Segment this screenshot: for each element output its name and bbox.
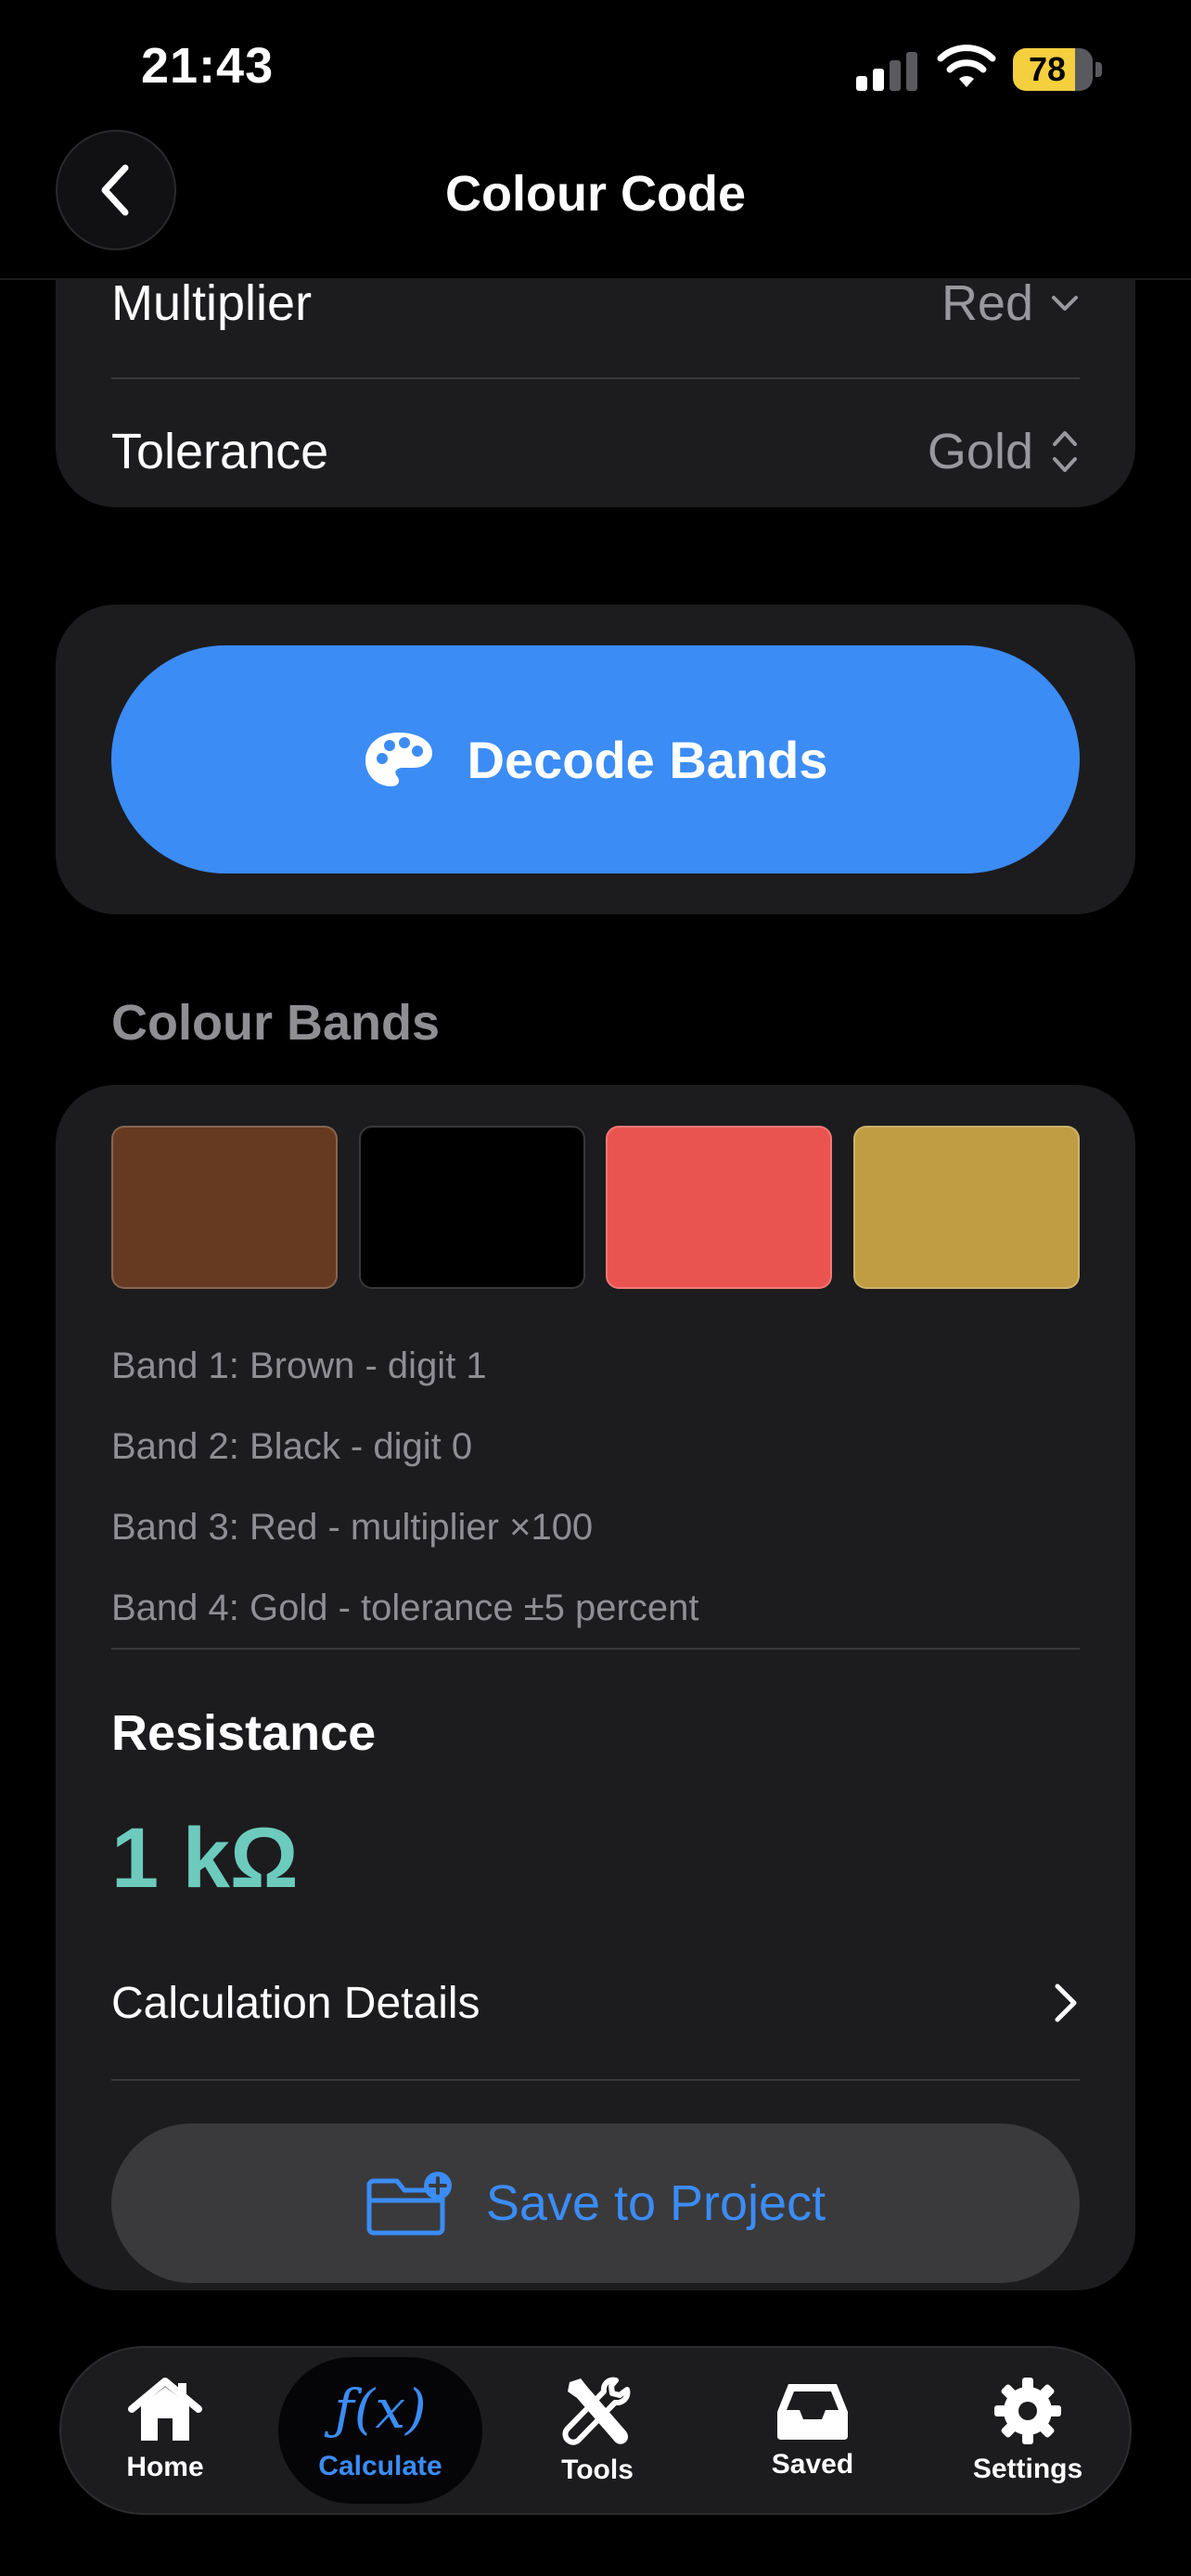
function-icon: ƒ(x) <box>334 2378 427 2441</box>
band-picker-card: Multiplier Red Tolerance Gold <box>56 280 1135 507</box>
band-description-1: Band 1: Brown - digit 1 <box>111 1345 487 1386</box>
tab-saved[interactable]: Saved <box>711 2348 915 2513</box>
tolerance-picker[interactable]: Tolerance Gold <box>111 377 1080 526</box>
band-description-4: Band 4: Gold - tolerance ±5 percent <box>111 1588 699 1628</box>
chevron-up-down-icon <box>1053 431 1077 472</box>
colour-bands-heading: Colour Bands <box>111 995 441 1051</box>
band-swatch-2 <box>359 1126 585 1289</box>
status-bar: 21:43 78 <box>0 0 1191 139</box>
tray-icon <box>777 2384 848 2440</box>
content-scroll-area[interactable]: Multiplier Red Tolerance Gold Decode Ban… <box>0 280 1191 2339</box>
band-swatch-3 <box>606 1126 832 1289</box>
status-time: 21:43 <box>141 38 275 94</box>
tab-home[interactable]: Home <box>63 2348 267 2513</box>
gear-icon <box>994 2378 1061 2444</box>
band-description-2: Band 2: Black - digit 0 <box>111 1426 473 1467</box>
house-icon <box>128 2378 202 2441</box>
resistance-label: Resistance <box>111 1705 377 1761</box>
wifi-icon <box>937 45 996 87</box>
band-swatch-1 <box>111 1126 338 1289</box>
chevron-down-icon <box>1052 296 1078 311</box>
page-title: Colour Code <box>445 166 746 222</box>
tab-saved-label: Saved <box>771 2449 854 2480</box>
resistance-value: 1 kΩ <box>111 1811 299 1906</box>
tolerance-label: Tolerance <box>111 424 329 479</box>
cellular-signal-icon <box>856 52 917 91</box>
calculation-details-label: Calculation Details <box>111 1978 480 2028</box>
band-descriptions: Band 1: Brown - digit 1 Band 2: Black - … <box>111 1326 1080 1649</box>
multiplier-label: Multiplier <box>111 280 313 331</box>
tolerance-value: Gold <box>927 424 1033 479</box>
tab-bar: Home ƒ(x) Calculate Tools Saved Settings <box>59 2346 1132 2515</box>
divider <box>111 2079 1080 2081</box>
band-description-3: Band 3: Red - multiplier ×100 <box>111 1507 594 1548</box>
palette-icon <box>365 733 432 786</box>
screen: 21:43 78 Colour Code Multiplier Red Tole… <box>0 0 1191 2576</box>
wrench-screwdriver-icon <box>562 2377 631 2445</box>
folder-plus-icon <box>366 2172 452 2236</box>
save-to-project-label: Save to Project <box>485 2175 826 2231</box>
band-swatches <box>111 1126 1080 1289</box>
battery-level: 78 <box>1028 50 1067 88</box>
tab-settings-label: Settings <box>972 2454 1083 2484</box>
tab-settings[interactable]: Settings <box>926 2348 1130 2513</box>
decode-bands-label: Decode Bands <box>467 730 828 789</box>
tab-tools[interactable]: Tools <box>495 2348 699 2513</box>
colour-bands-card: Band 1: Brown - digit 1 Band 2: Black - … <box>56 1085 1135 2290</box>
navigation-bar: Colour Code <box>0 121 1191 280</box>
tab-home-label: Home <box>126 2452 204 2482</box>
divider <box>111 1648 1080 1650</box>
tab-calculate[interactable]: ƒ(x) Calculate <box>278 2357 482 2504</box>
chevron-right-icon <box>1055 1983 1077 2022</box>
save-to-project-button[interactable]: Save to Project <box>111 2123 1080 2283</box>
tab-tools-label: Tools <box>561 2455 634 2485</box>
multiplier-picker[interactable]: Multiplier Red <box>111 280 1080 379</box>
battery-indicator: 78 <box>1013 48 1102 91</box>
band-swatch-4 <box>853 1126 1080 1289</box>
decode-card: Decode Bands <box>56 605 1135 914</box>
decode-bands-button[interactable]: Decode Bands <box>111 645 1080 874</box>
multiplier-value: Red <box>941 280 1033 331</box>
tab-calculate-label: Calculate <box>318 2451 442 2481</box>
calculation-details-row[interactable]: Calculation Details <box>111 1952 1080 2054</box>
